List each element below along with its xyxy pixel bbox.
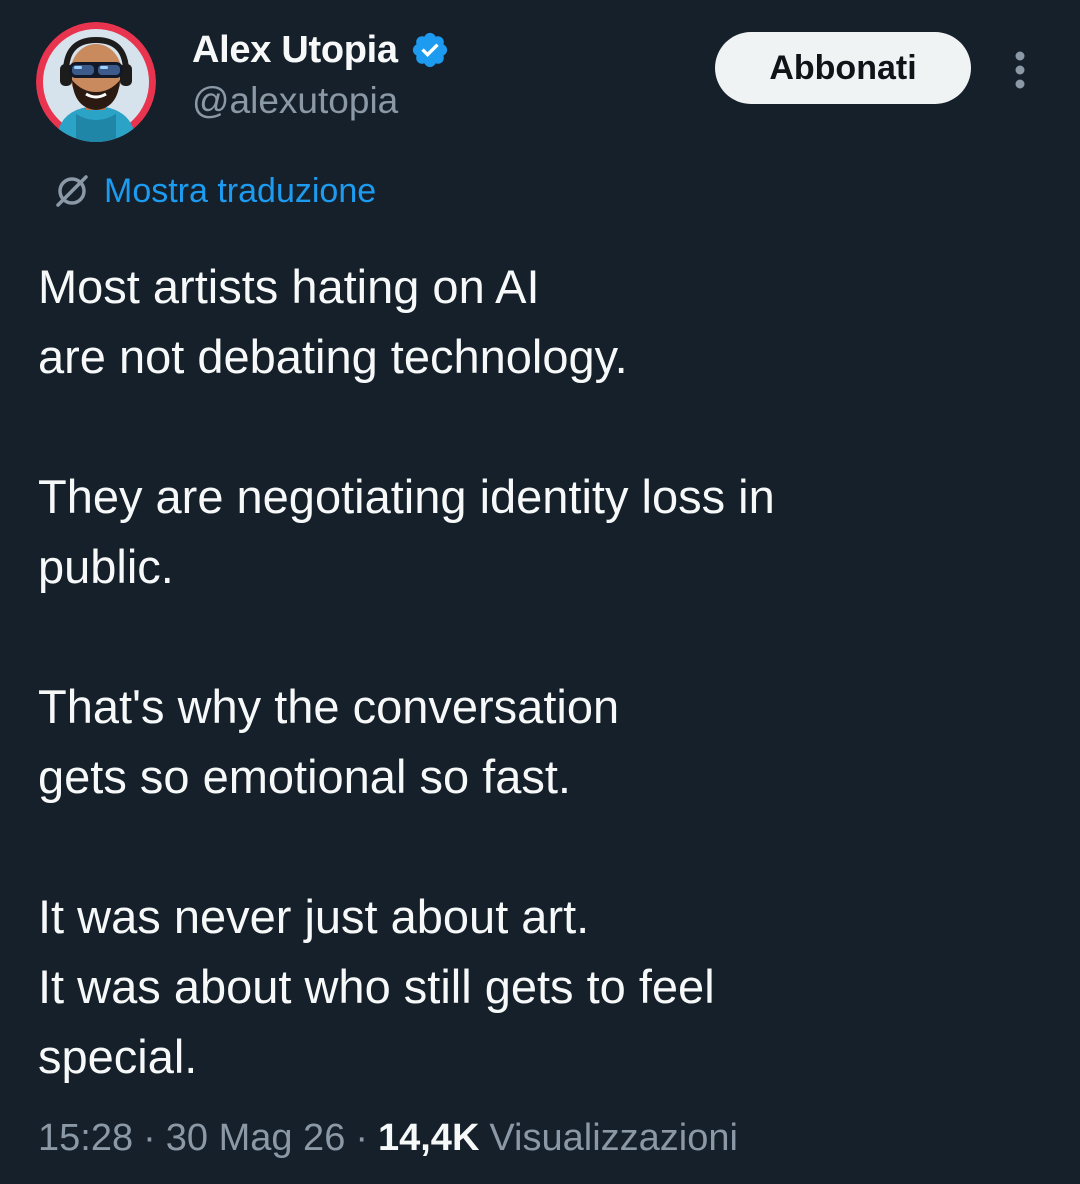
tweet-line: It was about who still gets to feel bbox=[38, 960, 715, 1013]
author-display-name[interactable]: Alex Utopia bbox=[192, 29, 398, 72]
views-count[interactable]: 14,4K bbox=[378, 1117, 479, 1160]
show-translation-link[interactable]: Mostra traduzione bbox=[48, 166, 376, 216]
tweet-line: gets so emotional so fast. bbox=[38, 750, 571, 803]
verified-badge-icon bbox=[410, 30, 450, 70]
translate-globe-icon bbox=[48, 167, 96, 215]
author-handle[interactable]: @alexutopia bbox=[192, 80, 398, 122]
tweet-text: Most artists hating on AI are not debati… bbox=[38, 252, 1038, 1092]
author-name-row: Alex Utopia bbox=[192, 26, 450, 74]
meta-separator: · bbox=[143, 1116, 156, 1159]
more-vertical-icon[interactable] bbox=[1002, 48, 1038, 92]
subscribe-button[interactable]: Abbonati bbox=[715, 32, 971, 104]
tweet-line: special. bbox=[38, 1030, 198, 1083]
meta-separator: · bbox=[355, 1116, 368, 1159]
avatar-image bbox=[36, 22, 156, 142]
views-label: Visualizzazioni bbox=[489, 1116, 738, 1159]
tweet-line: That's why the conversation bbox=[38, 680, 620, 733]
tweet-line: They are negotiating identity loss in bbox=[38, 470, 775, 523]
tweet: Alex Utopia @alexutopia Abbonati Mostra … bbox=[0, 0, 1080, 1184]
tweet-line: Most artists hating on AI bbox=[38, 260, 540, 313]
tweet-time[interactable]: 15:28 bbox=[38, 1117, 133, 1160]
tweet-line: are not debating technology. bbox=[38, 330, 628, 383]
tweet-meta: 15:28 · 30 Mag 26 · 14,4K Visualizzazion… bbox=[38, 1110, 738, 1166]
tweet-line: It was never just about art. bbox=[38, 890, 590, 943]
tweet-date[interactable]: 30 Mag 26 bbox=[166, 1117, 346, 1160]
avatar[interactable] bbox=[36, 22, 156, 142]
tweet-line: public. bbox=[38, 540, 174, 593]
show-translation-label: Mostra traduzione bbox=[104, 171, 377, 210]
